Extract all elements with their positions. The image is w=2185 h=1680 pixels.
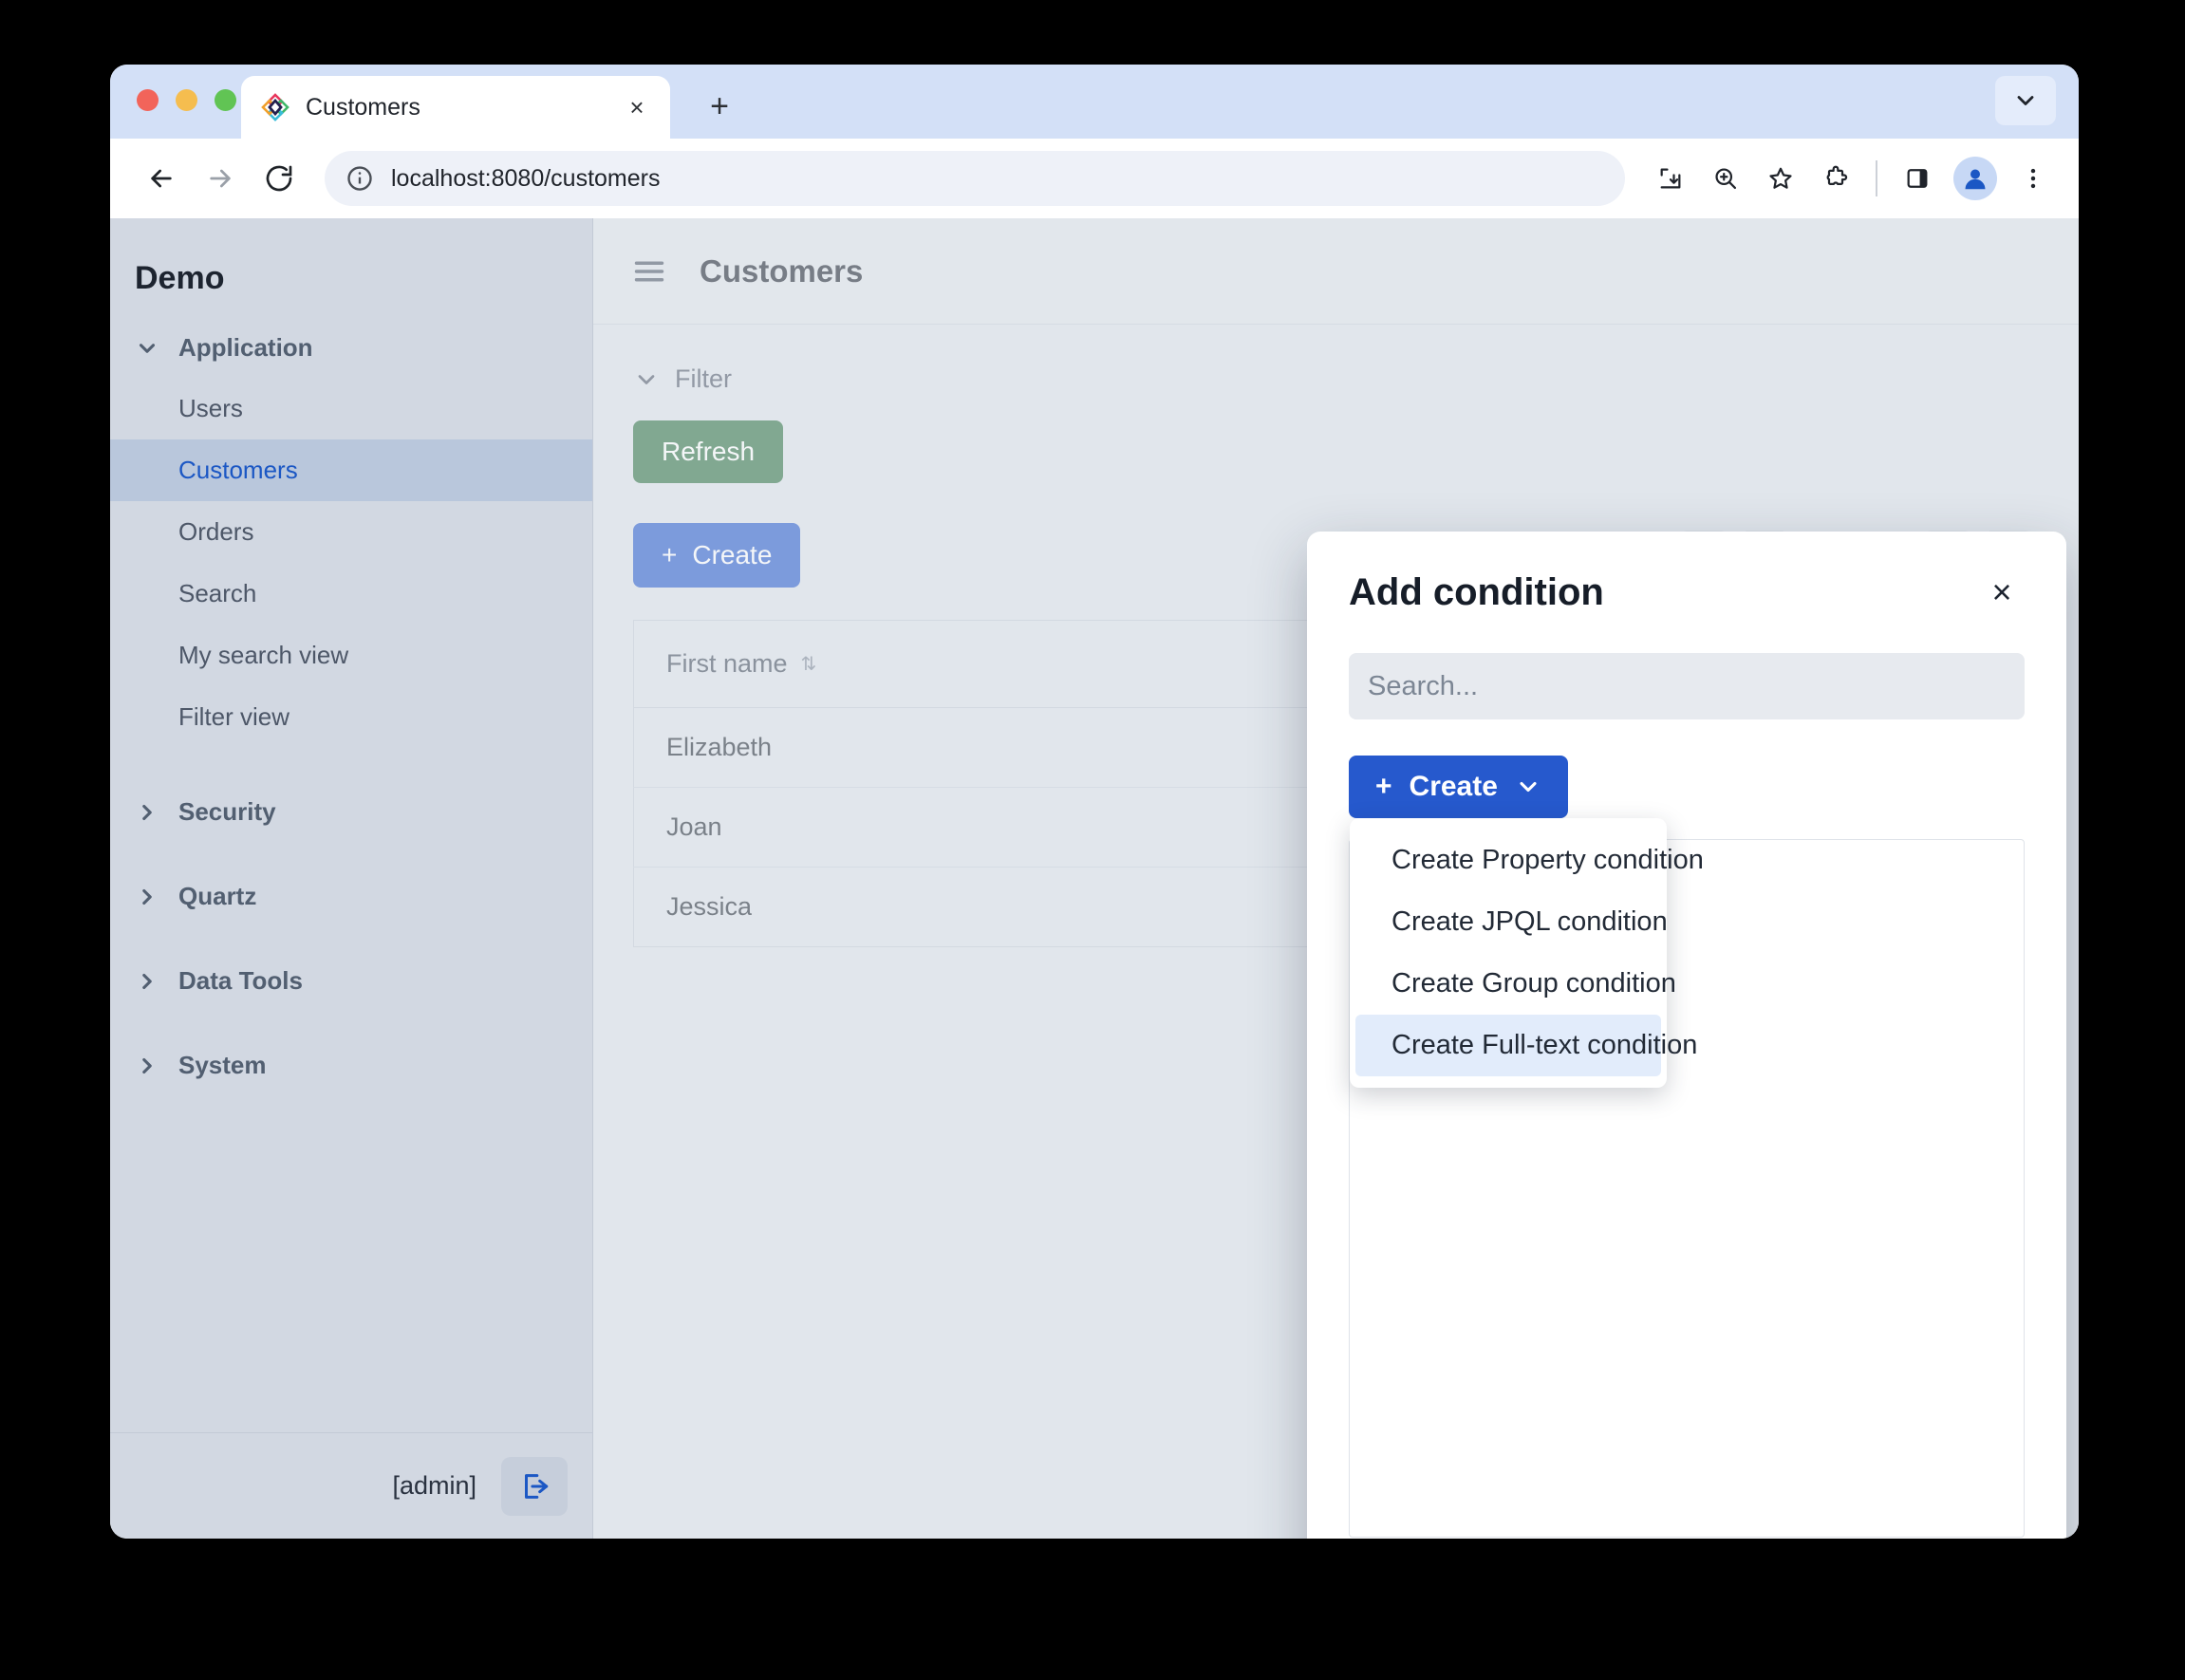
browser-tab-title: Customers	[306, 94, 621, 121]
main-content: Customers Filter Refresh + Create	[593, 218, 2079, 1539]
app-viewport: Demo Application Users Customers Orders …	[110, 218, 2079, 1539]
sidebar-section-label: Quartz	[178, 882, 256, 911]
menu-item-create-group-condition[interactable]: Create Group condition	[1355, 953, 1661, 1015]
sidebar-item-my-search-view[interactable]: My search view	[110, 625, 592, 686]
new-tab-button[interactable]: +	[699, 85, 740, 127]
browser-tab-strip: Customers × +	[110, 65, 2079, 139]
close-window-button[interactable]	[137, 89, 159, 111]
create-dropdown-button[interactable]: + Create	[1349, 756, 1568, 818]
search-placeholder: Search...	[1368, 671, 1478, 702]
jmix-diamond-logo-icon	[260, 92, 290, 122]
bookmark-star-icon[interactable]	[1756, 154, 1805, 203]
address-bar[interactable]: localhost:8080/customers	[325, 151, 1625, 206]
sidebar-section-label: Data Tools	[178, 966, 303, 996]
search-input[interactable]: Search...	[1349, 653, 2025, 719]
menu-item-create-jpql-condition[interactable]: Create JPQL condition	[1355, 891, 1661, 953]
sidebar-item-search[interactable]: Search	[110, 563, 592, 625]
dialog-footer: Select Cancel	[1349, 1538, 2025, 1539]
plus-icon: +	[1375, 771, 1392, 803]
app-brand-title: Demo	[110, 230, 592, 318]
sidebar-item-filter-view[interactable]: Filter view	[110, 686, 592, 748]
logout-icon[interactable]	[501, 1457, 568, 1516]
minimize-window-button[interactable]	[176, 89, 197, 111]
menu-item-create-property-condition[interactable]: Create Property condition	[1355, 830, 1661, 891]
sidebar-section-label: Application	[178, 333, 313, 363]
browser-toolbar: localhost:8080/customers	[110, 139, 2079, 218]
sidebar-footer: [admin]	[110, 1432, 592, 1539]
chevron-right-icon	[135, 969, 163, 994]
add-condition-dialog: Add condition × Search... + Create	[1307, 532, 2066, 1539]
install-app-icon[interactable]	[1646, 154, 1695, 203]
create-dropdown-wrapper: + Create Create Property condition Creat…	[1349, 756, 2025, 818]
address-bar-url: localhost:8080/customers	[391, 165, 660, 193]
chevron-right-icon	[135, 1054, 163, 1078]
zoom-icon[interactable]	[1701, 154, 1750, 203]
dialog-title: Add condition	[1349, 571, 1604, 614]
sidebar-item-orders[interactable]: Orders	[110, 501, 592, 563]
sidebar-section-data-tools[interactable]: Data Tools	[110, 951, 592, 1011]
info-circle-icon[interactable]	[345, 164, 374, 193]
chevron-down-icon	[135, 336, 163, 361]
sidebar-item-users[interactable]: Users	[110, 378, 592, 439]
current-user-label: [admin]	[392, 1471, 476, 1501]
sidebar: Demo Application Users Customers Orders …	[110, 218, 593, 1539]
back-arrow-icon[interactable]	[135, 152, 188, 205]
browser-tab[interactable]: Customers ×	[241, 76, 670, 139]
dialog-header: Add condition ×	[1349, 532, 2025, 653]
browser-window: Customers × + localhost:8080/customers	[110, 65, 2079, 1539]
sidebar-section-label: Security	[178, 797, 276, 827]
sidebar-section-application[interactable]: Application	[110, 318, 592, 378]
chevron-right-icon	[135, 885, 163, 909]
side-panel-icon[interactable]	[1893, 154, 1942, 203]
sidebar-section-system[interactable]: System	[110, 1036, 592, 1095]
create-dropdown-label: Create	[1410, 771, 1498, 803]
sidebar-item-customers[interactable]: Customers	[110, 439, 592, 501]
window-traffic-lights	[137, 89, 236, 111]
close-tab-button[interactable]: ×	[621, 91, 653, 123]
sidebar-section-quartz[interactable]: Quartz	[110, 867, 592, 926]
chevron-down-icon[interactable]	[1995, 76, 2056, 125]
maximize-window-button[interactable]	[215, 89, 236, 111]
menu-item-create-full-text-condition[interactable]: Create Full-text condition	[1355, 1015, 1661, 1076]
toolbar-divider	[1876, 160, 1877, 196]
reload-icon[interactable]	[252, 152, 306, 205]
create-dropdown-menu: Create Property condition Create JPQL co…	[1350, 818, 1667, 1088]
sidebar-section-label: System	[178, 1051, 267, 1080]
profile-avatar-icon[interactable]	[1953, 157, 1997, 200]
kebab-menu-icon[interactable]	[2008, 154, 2058, 203]
close-icon[interactable]: ×	[1979, 569, 2025, 615]
chevron-right-icon	[135, 800, 163, 825]
chevron-down-icon	[1515, 774, 1541, 800]
sidebar-scroll-area: Demo Application Users Customers Orders …	[110, 218, 592, 1432]
sidebar-section-security[interactable]: Security	[110, 782, 592, 842]
extensions-puzzle-icon[interactable]	[1811, 154, 1860, 203]
forward-arrow-icon[interactable]	[194, 152, 247, 205]
